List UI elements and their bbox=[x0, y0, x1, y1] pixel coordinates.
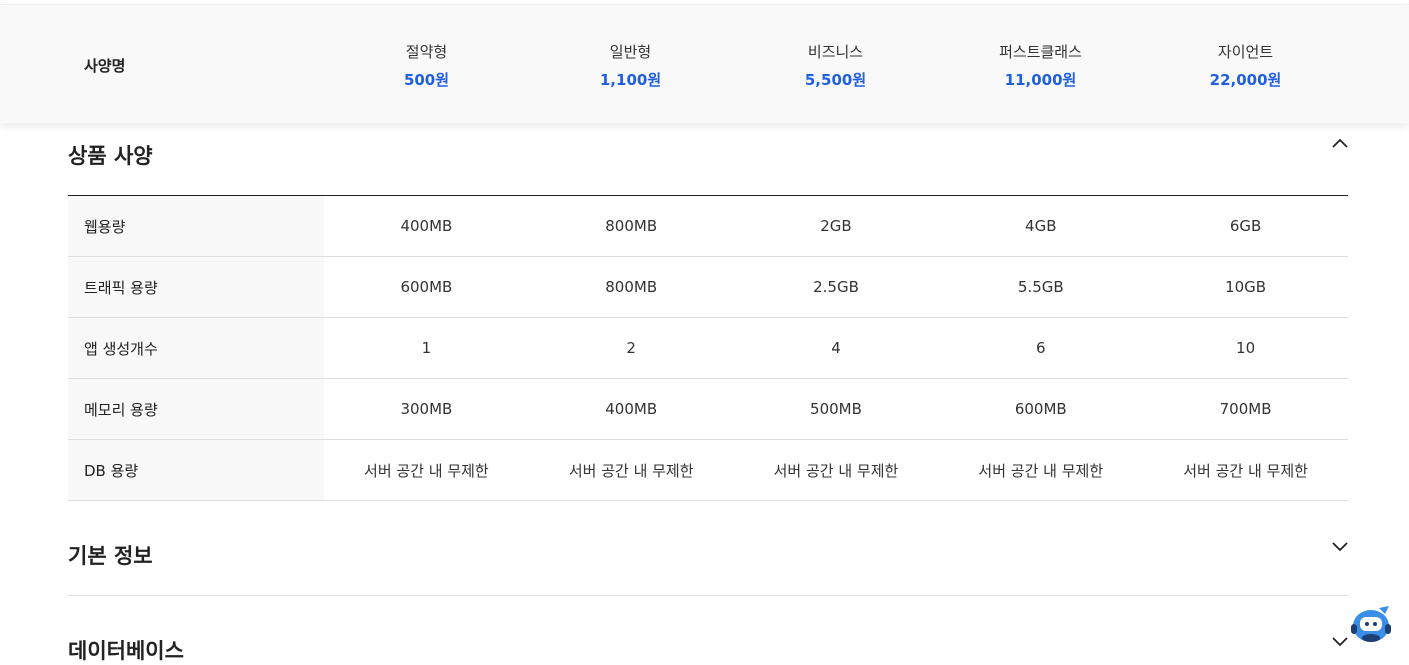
table-cell: 서버 공간 내 무제한 bbox=[364, 461, 489, 480]
table-cell: 서버 공간 내 무제한 bbox=[773, 461, 899, 480]
table-cell: 300MB bbox=[400, 400, 453, 418]
plan-column-business: 비즈니스 5,500원 bbox=[733, 41, 938, 91]
table-row: DB 용량 서버 공간 내 무제한 서버 공간 내 무제한 서버 공간 내 무제… bbox=[68, 440, 1348, 501]
section-title-basic-info[interactable]: 기본 정보 bbox=[68, 540, 153, 570]
table-cell: 서버 공간 내 무제한 bbox=[978, 461, 1104, 480]
table-cell: 서버 공간 내 무제한 bbox=[568, 461, 694, 480]
section-title-database[interactable]: 데이터베이스 bbox=[68, 635, 184, 665]
plan-price: 5,500원 bbox=[804, 71, 867, 89]
table-row: 트래픽 용량 600MB 800MB 2.5GB 5.5GB 10GB bbox=[68, 257, 1348, 318]
plan-column-giant: 자이언트 22,000원 bbox=[1143, 41, 1348, 91]
table-cell: 6 bbox=[1036, 339, 1046, 357]
plan-comparison-header: 사양명 절약형 500원 일반형 1,100원 비즈니스 5,500원 퍼스트클… bbox=[0, 4, 1409, 123]
section-title-product-spec[interactable]: 상품 사양 bbox=[68, 140, 153, 170]
table-cell: 800MB bbox=[605, 278, 658, 296]
plan-price: 11,000원 bbox=[1004, 71, 1077, 89]
plan-price: 22,000원 bbox=[1209, 71, 1282, 89]
table-cell: 1 bbox=[421, 339, 432, 357]
row-label: 트래픽 용량 bbox=[68, 257, 324, 317]
table-cell: 600MB bbox=[1014, 400, 1067, 418]
plan-name: 절약형 bbox=[405, 43, 448, 61]
table-row: 메모리 용량 300MB 400MB 500MB 600MB 700MB bbox=[68, 379, 1348, 440]
table-cell: 500MB bbox=[810, 400, 862, 418]
table-cell: 4 bbox=[831, 339, 841, 357]
row-label: 앱 생성개수 bbox=[68, 318, 324, 378]
table-cell: 2 bbox=[626, 339, 636, 357]
plan-price: 500원 bbox=[403, 71, 450, 89]
plan-column-economy: 절약형 500원 bbox=[324, 41, 529, 91]
table-cell: 400MB bbox=[605, 400, 658, 418]
table-cell: 400MB bbox=[400, 217, 453, 235]
chevron-down-icon[interactable] bbox=[1331, 537, 1349, 555]
row-label: DB 용량 bbox=[68, 440, 324, 500]
table-cell: 700MB bbox=[1219, 400, 1272, 418]
table-cell: 2.5GB bbox=[813, 278, 859, 296]
table-cell: 800MB bbox=[605, 217, 658, 235]
plan-name: 비즈니스 bbox=[807, 43, 864, 61]
chatbot-button[interactable] bbox=[1349, 604, 1395, 646]
chevron-up-icon[interactable] bbox=[1331, 135, 1349, 153]
table-cell: 600MB bbox=[400, 278, 453, 296]
plan-column-standard: 일반형 1,100원 bbox=[528, 41, 733, 91]
plan-name: 퍼스트클래스 bbox=[999, 43, 1082, 61]
spec-name-label: 사양명 bbox=[84, 57, 126, 75]
table-cell: 6GB bbox=[1229, 217, 1262, 235]
table-cell: 4GB bbox=[1025, 217, 1057, 235]
section-divider bbox=[68, 595, 1348, 596]
plan-price: 1,100원 bbox=[599, 71, 662, 89]
chevron-down-icon[interactable] bbox=[1331, 632, 1349, 650]
plan-name: 자이언트 bbox=[1217, 43, 1274, 61]
table-cell: 10GB bbox=[1225, 278, 1267, 296]
row-label: 메모리 용량 bbox=[68, 379, 324, 439]
table-row: 웹용량 400MB 800MB 2GB 4GB 6GB bbox=[68, 196, 1348, 257]
table-cell: 서버 공간 내 무제한 bbox=[1183, 461, 1308, 480]
spec-table: 웹용량 400MB 800MB 2GB 4GB 6GB 트래픽 용량 600MB… bbox=[68, 196, 1348, 501]
plan-column-first-class: 퍼스트클래스 11,000원 bbox=[938, 41, 1143, 91]
row-label: 웹용량 bbox=[68, 196, 324, 256]
chatbot-icon bbox=[1351, 606, 1391, 642]
table-cell: 5.5GB bbox=[1017, 278, 1064, 296]
table-row: 앱 생성개수 1 2 4 6 10 bbox=[68, 318, 1348, 379]
table-cell: 2GB bbox=[820, 217, 852, 235]
table-cell: 10 bbox=[1236, 339, 1256, 357]
plan-name: 일반형 bbox=[609, 43, 652, 61]
